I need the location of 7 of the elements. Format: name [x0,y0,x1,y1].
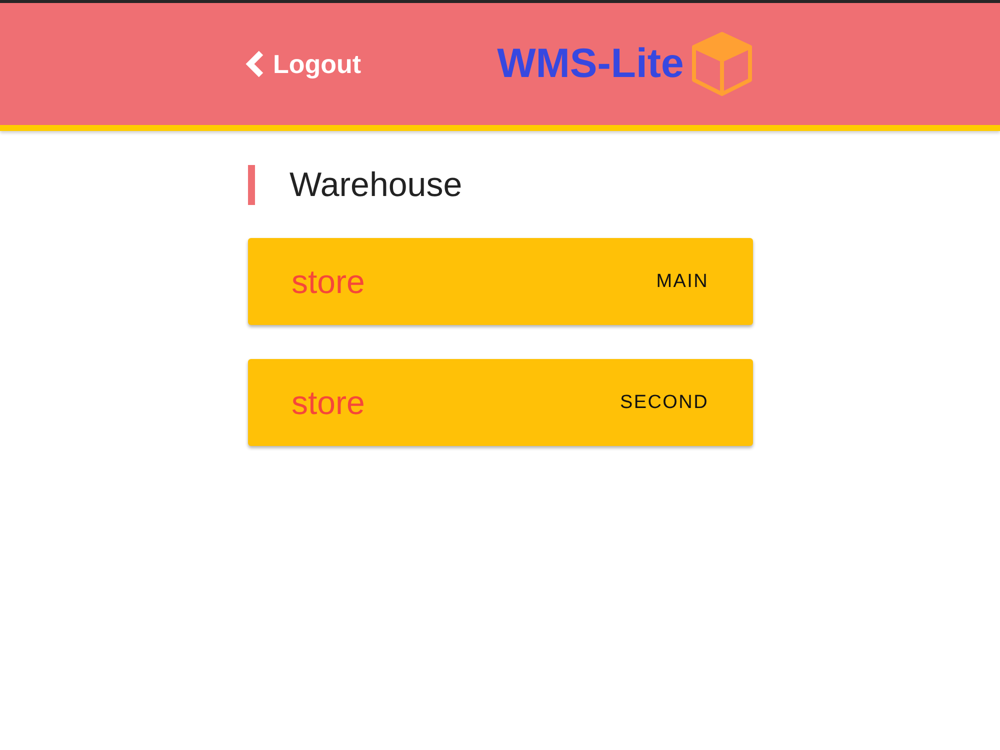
cube-icon [692,32,752,96]
logo-text: WMS-Lite [497,41,684,87]
accent-bar [248,165,254,205]
store-card[interactable]: store MAIN [248,238,752,325]
chevron-left-icon [245,50,265,78]
store-card[interactable]: store SECOND [248,359,752,446]
section-title: Warehouse [290,164,462,206]
